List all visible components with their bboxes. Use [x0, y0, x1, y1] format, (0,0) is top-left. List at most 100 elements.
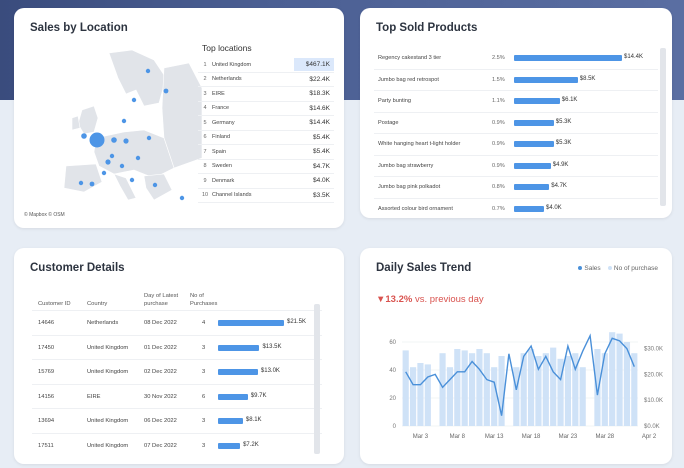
legend-purchases[interactable]: No of purchase — [607, 265, 658, 272]
product-bar[interactable] — [514, 184, 550, 190]
purchase-bar[interactable] — [491, 367, 498, 426]
product-pct: 1.1% — [492, 98, 505, 104]
product-row[interactable]: Jumbo bag strawberry 0.9% $4.9K — [374, 156, 658, 177]
customer-sales-value: $13.5K — [262, 343, 282, 350]
customer-row[interactable]: 14646 Netherlands 08 Dec 2022 4 $21.5K — [32, 310, 322, 335]
customer-latest-date: 07 Dec 2022 — [144, 442, 177, 449]
customer-country: United Kingdom — [87, 442, 129, 449]
purchase-bar[interactable] — [564, 356, 572, 426]
customer-sales-bar[interactable] — [218, 320, 284, 326]
customer-purchases: 6 — [202, 393, 206, 400]
purchase-bar[interactable] — [402, 350, 409, 426]
customer-id: 13694 — [38, 418, 55, 424]
customer-row[interactable]: 17511 United Kingdom 07 Dec 2022 3 $7.2K — [32, 432, 322, 458]
product-pct: 0.8% — [492, 184, 505, 190]
customer-row[interactable]: 13694 United Kingdom 06 Dec 2022 3 $8.1K — [32, 408, 322, 433]
location-row[interactable]: 7 Spain $5.4K — [198, 145, 334, 160]
location-row[interactable]: 5 Germany $14.4K — [198, 116, 334, 131]
product-list: Regency cakestand 3 tier 2.5% $14.4K Jumbo … — [374, 48, 658, 218]
col-latest-purchase[interactable]: Day of Latest purchase — [144, 293, 192, 308]
col-purchases[interactable]: No of Purchases — [190, 293, 224, 308]
purchase-bar[interactable] — [631, 353, 638, 426]
europe-map[interactable] — [14, 48, 204, 218]
daily-sales-chart[interactable]: 0 20 40 60 $0.0K $10.0K $20.0K $30.0K Mar 3 Mar 8… — [360, 318, 672, 458]
product-row[interactable]: Assorted colour bird ornament 0.7% $4.0K — [374, 199, 658, 219]
customer-row[interactable]: 14156 EIRE 30 Nov 2022 6 $9.7K — [32, 383, 322, 409]
purchases-dot-icon — [607, 266, 612, 271]
purchase-bar[interactable] — [424, 364, 431, 426]
product-row[interactable]: Postage 0.9% $5.3K — [374, 113, 658, 134]
customers-scrollbar[interactable] — [314, 304, 320, 454]
daily-sales-trend-card: Daily Sales Trend Sales No of purchase ▼… — [360, 248, 672, 464]
customer-country: United Kingdom — [87, 418, 129, 424]
purchase-bar[interactable] — [550, 347, 557, 426]
product-bar[interactable] — [514, 205, 544, 212]
map-marker-channel-islands — [101, 170, 107, 176]
location-row[interactable]: 9 Denmark $4.0K — [198, 174, 334, 189]
location-row[interactable]: 1 United Kingdom $467.1K — [198, 58, 334, 73]
purchase-bar[interactable] — [417, 363, 424, 426]
purchase-bar[interactable] — [527, 349, 535, 426]
customer-country: EIRE — [87, 393, 101, 400]
purchase-bar[interactable] — [476, 349, 483, 426]
product-row[interactable]: White hanging heart t-light holder 0.9% $5… — [374, 134, 658, 156]
map-marker-denmark — [121, 118, 127, 124]
customer-latest-date: 06 Dec 2022 — [144, 418, 177, 424]
customer-sales-bar[interactable] — [218, 393, 248, 400]
x-tick-label: Apr 2 — [642, 434, 657, 440]
customer-purchases: 3 — [202, 344, 206, 351]
customer-sales-bar[interactable] — [218, 442, 241, 449]
location-row[interactable]: 4 France $14.6K — [198, 102, 334, 116]
customer-sales-bar[interactable] — [218, 418, 243, 424]
product-row[interactable]: Jumbo bag red retrospot 1.5% $8.5K — [374, 70, 658, 91]
purchase-bar[interactable] — [616, 333, 623, 426]
customer-sales-bar[interactable] — [218, 344, 260, 351]
product-value: $4.0K — [546, 204, 562, 211]
location-row[interactable]: 2 Netherlands $22.4K — [198, 73, 334, 87]
location-row[interactable]: 3 EIRE $18.3K — [198, 87, 334, 102]
delta-value: ▼13.2% — [376, 294, 413, 305]
purchase-bar[interactable] — [579, 367, 586, 426]
col-country[interactable]: Country — [87, 301, 107, 309]
purchase-bar[interactable] — [409, 367, 417, 426]
purchase-bar[interactable] — [609, 332, 616, 426]
product-bar[interactable] — [514, 76, 578, 83]
product-name: Jumbo bag red retrospot — [378, 76, 439, 83]
purchase-bar[interactable] — [542, 353, 549, 426]
map-marker-netherlands — [111, 137, 117, 143]
purchase-bar[interactable] — [483, 353, 490, 426]
product-bar[interactable] — [514, 162, 551, 169]
col-customer-id[interactable]: Customer ID — [38, 301, 71, 309]
location-row[interactable]: 10 Channel Islands $3.5K — [198, 189, 334, 203]
customer-sales-bar[interactable] — [218, 369, 258, 375]
customer-id: 17450 — [38, 344, 55, 351]
location-row[interactable]: 6 Finland $5.4K — [198, 131, 334, 145]
purchase-bar[interactable] — [439, 353, 446, 426]
legend-sales[interactable]: Sales — [578, 265, 601, 272]
product-row[interactable]: Regency cakestand 3 tier 2.5% $14.4K — [374, 48, 658, 70]
product-row[interactable]: Jumbo bag pink polkadot 0.8% $4.7K — [374, 177, 658, 199]
product-bar[interactable] — [514, 55, 622, 61]
product-row[interactable]: Party bunting 1.1% $6.1K — [374, 91, 658, 113]
purchase-bar[interactable] — [454, 349, 461, 426]
purchase-bar[interactable] — [461, 350, 468, 426]
product-name: White hanging heart t-light holder — [378, 141, 461, 147]
product-bar[interactable] — [514, 119, 554, 126]
top-locations-title: Top locations — [202, 43, 252, 53]
product-name: Postage — [378, 119, 399, 126]
location-row[interactable]: 8 Sweden $4.7K — [198, 160, 334, 174]
customer-row[interactable]: 15769 United Kingdom 02 Dec 2022 3 $13.0K — [32, 359, 322, 384]
product-bar[interactable] — [514, 98, 560, 104]
customer-latest-date: 08 Dec 2022 — [144, 320, 177, 326]
customer-latest-date: 02 Dec 2022 — [144, 369, 177, 375]
customer-row[interactable]: 17450 United Kingdom 01 Dec 2022 3 $13.5K — [32, 334, 322, 360]
products-scrollbar[interactable] — [660, 48, 666, 206]
x-tick-label: Mar 3 — [413, 434, 429, 440]
map-marker-finland — [163, 88, 169, 94]
product-bar[interactable] — [514, 141, 554, 147]
purchase-bar[interactable] — [594, 349, 601, 426]
map-marker-greece — [152, 182, 158, 188]
product-pct: 2.5% — [492, 55, 505, 61]
purchase-bar[interactable] — [446, 367, 454, 426]
product-name: Jumbo bag strawberry — [378, 162, 434, 169]
